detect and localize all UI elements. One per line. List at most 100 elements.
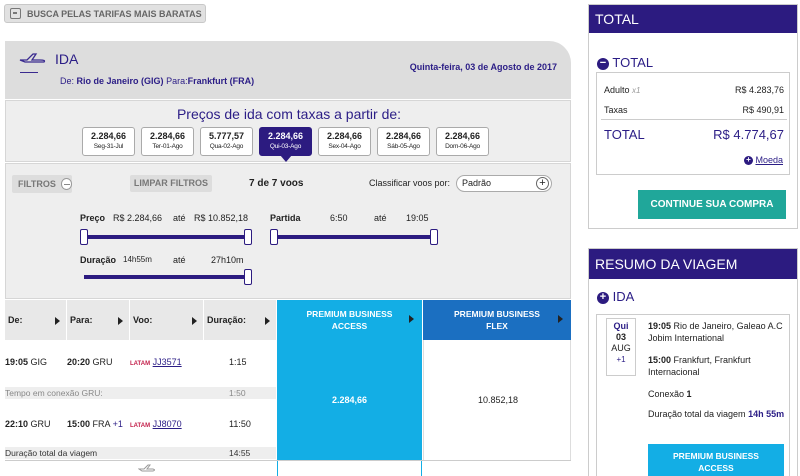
date-chip-price: 2.284,66: [149, 131, 186, 141]
price-min-value: R$ 2.284,66: [113, 213, 163, 223]
duration-slider-max-thumb[interactable]: [244, 269, 252, 285]
sort-select[interactable]: Padrão +: [456, 175, 552, 192]
date-chip-price: 2.284,66: [326, 131, 363, 141]
arrival-airport: GRU: [92, 357, 113, 367]
summary-fare-label: PREMIUM BUSINESS ACCESS: [673, 451, 759, 473]
date-chip-day: Qui-03-Ago: [269, 143, 302, 150]
taxes-value: R$ 490,91: [742, 105, 784, 115]
sort-arrow-icon: [265, 317, 270, 325]
summary-duration: Duração total da viagem 14h 55m: [648, 408, 788, 420]
duration-max-value: 27h10m: [211, 255, 244, 265]
continue-purchase-button[interactable]: CONTINUE SUA COMPRA: [638, 190, 786, 219]
departure-slider-max-thumb[interactable]: [430, 229, 438, 245]
sort-arrow-icon: [409, 315, 414, 323]
date-chip[interactable]: 5.777,57 Qua-02-Ago: [200, 127, 253, 156]
search-cheapest-fares-button[interactable]: BUSCA PELAS TARIFAS MAIS BARATAS: [4, 4, 206, 23]
date-chip[interactable]: 2.284,66 Ter-01-Ago: [141, 127, 194, 156]
route-from-label: De:: [60, 76, 75, 86]
fare-column-flex[interactable]: PREMIUM BUSINESS FLEX: [423, 300, 571, 340]
flight-date: Quinta-feira, 03 de Agosto de 2017: [409, 62, 557, 72]
total-subheader-label: TOTAL: [612, 55, 654, 70]
price-slider-min-thumb[interactable]: [80, 229, 88, 245]
column-header-flight-label: Voo:: [133, 315, 153, 325]
duration-min-value: 14h55m: [123, 255, 152, 264]
next-row-fare-cell: [277, 461, 422, 476]
summary-arrival: 15:00 Frankfurt, Frankfurt Internacional: [648, 354, 788, 378]
date-chip-price: 2.284,66: [385, 131, 422, 141]
flight-number-link[interactable]: JJ8070: [153, 419, 182, 429]
column-header-from-label: De:: [8, 315, 23, 325]
summary-fare-badge: PREMIUM BUSINESS ACCESS: [648, 444, 784, 476]
date-chip[interactable]: 2.284,66 Dom-06-Ago: [436, 127, 489, 156]
taxes-label: Taxas: [604, 105, 628, 115]
connection-time: 1:50: [229, 388, 246, 398]
date-chip-price: 2.284,66: [444, 131, 481, 141]
departure-slider-min-thumb[interactable]: [270, 229, 278, 245]
flight-number-link[interactable]: JJ3571: [153, 357, 182, 367]
summary-month: AUG: [611, 343, 631, 353]
departure-slider-track[interactable]: [274, 235, 434, 239]
total-breakdown: Adulto x1 R$ 4.283,76 Taxas R$ 490,91 TO…: [596, 72, 790, 175]
summary-ida-toggle[interactable]: + IDA: [597, 289, 634, 304]
latam-logo: LATAM: [130, 423, 151, 429]
column-header-flight[interactable]: Voo:: [130, 300, 204, 340]
latam-logo: LATAM: [130, 361, 151, 367]
duration-slider-track[interactable]: [84, 275, 250, 279]
date-chip-day: Dom-06-Ago: [445, 143, 480, 150]
summary-connections: Conexão 1: [648, 388, 692, 400]
adult-multiplier: x1: [632, 86, 641, 95]
sort-select-value: Padrão: [462, 178, 492, 188]
plus-circle-icon: +: [597, 291, 609, 304]
date-chip-day: Seg-31-Jul: [93, 143, 124, 150]
fare-column-access[interactable]: PREMIUM BUSINESS ACCESS: [277, 300, 422, 340]
departure-airport: GRU: [30, 419, 51, 429]
taxes-row: Taxas R$ 490,91: [604, 105, 784, 115]
departure-time: 19:05: [5, 357, 29, 367]
plus-circle-icon: +: [743, 156, 753, 166]
filters-toggle-label: FILTROS: [18, 179, 56, 189]
until-label: até: [173, 213, 186, 223]
column-header-duration[interactable]: Duração:: [204, 300, 276, 340]
sort-arrow-icon: [118, 317, 123, 325]
connection-row: Tempo em conexão GRU: 1:50: [5, 387, 276, 399]
date-chip[interactable]: 2.284,66 Sáb-05-Ago: [377, 127, 430, 156]
route-to-label: Para:: [166, 76, 188, 86]
segment-duration: 11:50: [229, 419, 251, 429]
date-chip[interactable]: 2.284,66 Sex-04-Ago: [318, 127, 371, 156]
trip-summary-header: RESUMO DA VIAGEM: [589, 249, 797, 279]
total-duration-row: Duração total da viagem 14:55: [5, 447, 276, 459]
fare-flex-cell[interactable]: 10.852,18: [423, 340, 571, 460]
currency-link[interactable]: + Moeda: [743, 155, 783, 166]
column-header-to[interactable]: Para:: [67, 300, 130, 340]
sort-arrow-icon: [55, 317, 60, 325]
column-header-from[interactable]: De:: [5, 300, 67, 340]
clear-filters-button[interactable]: LIMPAR FILTROS: [130, 175, 212, 192]
flights-table: De: Para: Voo: Duração: PREMIUM BUSINESS…: [5, 300, 571, 476]
fare-access-label: PREMIUM BUSINESS ACCESS: [306, 309, 393, 331]
date-chip-selected[interactable]: 2.284,66 Qui-03-Ago: [259, 127, 312, 162]
currency-link-label: Moeda: [755, 155, 783, 165]
total-value: R$ 4.774,67: [713, 127, 784, 142]
filters-toggle-button[interactable]: FILTROS: [12, 175, 72, 193]
minus-circle-icon: −: [597, 57, 609, 70]
segment-arrival: 15:00 FRA +1: [67, 419, 123, 429]
total-subheader[interactable]: − TOTAL: [597, 55, 653, 70]
until-label: até: [173, 255, 186, 265]
date-chip-day: Qua-02-Ago: [209, 143, 244, 150]
arrival-time: 20:20: [67, 357, 91, 367]
segment-flight: LATAM JJ3571: [130, 357, 182, 367]
arrival-next-day: +1: [112, 419, 123, 429]
date-prices-title: Preços de ida com taxas a partir de:: [176, 106, 402, 122]
date-chip[interactable]: 2.284,66 Seg-31-Jul: [82, 127, 135, 156]
departure-airport: GIG: [30, 357, 48, 367]
duration-filter-label: Duração: [80, 255, 117, 265]
price-slider-max-thumb[interactable]: [244, 229, 252, 245]
price-slider-track[interactable]: [84, 235, 250, 239]
total-panel-header: TOTAL: [589, 5, 797, 33]
plus-circle-icon: +: [536, 177, 549, 190]
collapse-minus-icon: [60, 178, 72, 190]
fare-access-cell[interactable]: 2.284,66: [277, 340, 422, 460]
column-header-to-label: Para:: [70, 315, 93, 325]
segment-departure: 19:05 GIG: [5, 357, 47, 367]
flight-header: IDA De: Rio de Janeiro (GIG) Para:Frankf…: [5, 41, 571, 99]
